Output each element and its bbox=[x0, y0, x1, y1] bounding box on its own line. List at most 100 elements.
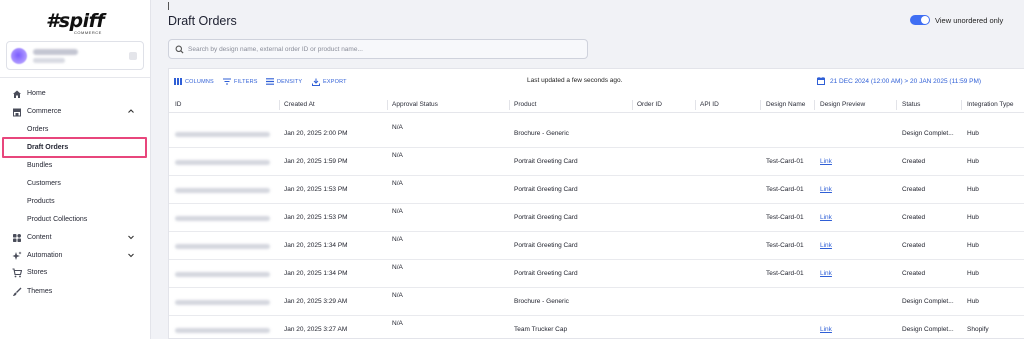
cell-design-name: Test-Card-01 bbox=[766, 214, 804, 221]
view-unordered-toggle[interactable]: View unordered only bbox=[910, 14, 1022, 26]
sidebar-item-label: Content bbox=[27, 234, 52, 241]
cell-design-preview[interactable]: Link bbox=[820, 270, 832, 277]
cell-created-at: Jan 20, 2025 1:34 PM bbox=[284, 270, 348, 277]
filters-label: FILTERS bbox=[234, 78, 258, 85]
cell-integration-type: Hub bbox=[967, 298, 979, 305]
column-header-approval-status[interactable]: Approval Status bbox=[392, 101, 438, 108]
table-row[interactable]: Jan 20, 2025 1:34 PM N/A Portrait Greeting… bbox=[169, 232, 1024, 260]
cell-approval-status: N/A bbox=[392, 208, 403, 215]
column-separator[interactable] bbox=[695, 100, 696, 110]
cell-id-redacted[interactable] bbox=[175, 300, 270, 305]
cell-design-preview[interactable]: Link bbox=[820, 186, 832, 193]
cell-design-preview[interactable]: Link bbox=[820, 242, 832, 249]
sidebar-item-stores[interactable]: Stores bbox=[0, 265, 150, 281]
table-row[interactable]: Jan 20, 2025 3:29 AM N/A Brochure - Generi… bbox=[169, 288, 1024, 316]
column-header-product[interactable]: Product bbox=[514, 101, 536, 108]
search-bar[interactable] bbox=[168, 39, 588, 59]
sidebar-item-label: Stores bbox=[27, 269, 48, 276]
cell-integration-type: Hub bbox=[967, 130, 979, 137]
column-header-id[interactable]: ID bbox=[175, 101, 182, 108]
column-header-status[interactable]: Status bbox=[902, 101, 920, 108]
table-row[interactable]: Jan 20, 2025 1:34 PM N/A Portrait Greeting… bbox=[169, 260, 1024, 288]
search-input[interactable] bbox=[188, 43, 578, 56]
column-separator[interactable] bbox=[814, 100, 815, 110]
cell-design-preview[interactable]: Link bbox=[820, 326, 832, 333]
cell-approval-status: N/A bbox=[392, 152, 403, 159]
calendar-icon bbox=[817, 77, 825, 85]
cell-status: Design Complet... bbox=[902, 130, 954, 137]
cell-created-at: Jan 20, 2025 2:00 PM bbox=[284, 130, 348, 137]
cell-created-at: Jan 20, 2025 3:29 AM bbox=[284, 298, 348, 305]
column-separator[interactable] bbox=[896, 100, 897, 110]
cart-icon bbox=[12, 268, 22, 278]
orders-grid: COLUMNS FILTERS DENSITY EXPORT Last upda… bbox=[168, 68, 1024, 339]
column-separator[interactable] bbox=[632, 100, 633, 110]
table-row[interactable]: Jan 20, 2025 1:53 PM N/A Portrait Greeting… bbox=[169, 176, 1024, 204]
column-header-design-preview[interactable]: Design Preview bbox=[820, 101, 865, 108]
density-button[interactable]: DENSITY bbox=[266, 77, 302, 86]
sidebar-item-product-collections[interactable]: Product Collections bbox=[0, 212, 150, 228]
page-title: Draft Orders bbox=[168, 14, 237, 28]
cell-id-redacted[interactable] bbox=[175, 272, 270, 277]
cell-id-redacted[interactable] bbox=[175, 188, 270, 193]
column-separator[interactable] bbox=[387, 100, 388, 110]
export-label: EXPORT bbox=[323, 78, 347, 85]
chevron-down-icon[interactable] bbox=[127, 251, 135, 259]
table-row[interactable]: Jan 20, 2025 1:59 PM N/A Portrait Greeting… bbox=[169, 148, 1024, 176]
cell-design-preview[interactable]: Link bbox=[820, 158, 832, 165]
chevron-down-icon[interactable] bbox=[127, 233, 135, 241]
column-header-api-id[interactable]: API ID bbox=[700, 101, 719, 108]
date-range-picker[interactable]: 21 DEC 2024 (12:00 AM) > 20 JAN 2025 (11… bbox=[817, 77, 981, 85]
export-button[interactable]: EXPORT bbox=[312, 77, 347, 86]
cell-id-redacted[interactable] bbox=[175, 244, 270, 249]
cell-status: Design Complet... bbox=[902, 326, 954, 333]
sidebar-item-customers[interactable]: Customers bbox=[0, 176, 150, 192]
cell-product: Portrait Greeting Card bbox=[514, 158, 578, 165]
cell-status: Created bbox=[902, 242, 926, 249]
cell-design-name: Test-Card-01 bbox=[766, 270, 804, 277]
sidebar-item-themes[interactable]: Themes bbox=[0, 284, 150, 300]
cell-approval-status: N/A bbox=[392, 292, 403, 299]
filters-button[interactable]: FILTERS bbox=[223, 77, 258, 86]
chevron-up-icon[interactable] bbox=[127, 107, 135, 115]
cell-id-redacted[interactable] bbox=[175, 160, 270, 165]
cell-design-preview[interactable]: Link bbox=[820, 214, 832, 221]
table-row[interactable]: Jan 20, 2025 1:53 PM N/A Portrait Greeting… bbox=[169, 204, 1024, 232]
column-header-design-name[interactable]: Design Name bbox=[766, 101, 805, 108]
cell-product: Portrait Greeting Card bbox=[514, 214, 578, 221]
sidebar-item-products[interactable]: Products bbox=[0, 194, 150, 210]
column-separator[interactable] bbox=[760, 100, 761, 110]
column-separator[interactable] bbox=[279, 100, 280, 110]
sidebar-item-orders[interactable]: Orders bbox=[0, 122, 150, 138]
cell-status: Created bbox=[902, 186, 926, 193]
cell-created-at: Jan 20, 2025 1:53 PM bbox=[284, 186, 348, 193]
table-row[interactable]: Jan 20, 2025 2:00 PM N/A Brochure - Generi… bbox=[169, 120, 1024, 148]
spiff-logo[interactable]: #spiff bbox=[46, 10, 105, 32]
sidebar-item-commerce[interactable]: Commerce bbox=[0, 104, 150, 120]
toggle-switch[interactable] bbox=[910, 15, 930, 25]
text-cursor bbox=[168, 2, 169, 10]
cell-product: Portrait Greeting Card bbox=[514, 242, 578, 249]
sidebar-item-automation[interactable]: Automation bbox=[0, 248, 150, 264]
cell-id-redacted[interactable] bbox=[175, 328, 270, 333]
sidebar-item-home[interactable]: Home bbox=[0, 86, 150, 102]
cell-design-name: Test-Card-01 bbox=[766, 186, 804, 193]
column-header-order-id[interactable]: Order ID bbox=[637, 101, 662, 108]
sparkle-icon bbox=[12, 251, 22, 260]
account-switcher[interactable] bbox=[6, 41, 144, 70]
cell-id-redacted[interactable] bbox=[175, 132, 270, 137]
toggle-label: View unordered only bbox=[935, 16, 1004, 25]
table-row[interactable]: Jan 20, 2025 3:27 AM N/A Team Trucker Cap L… bbox=[169, 316, 1024, 339]
density-icon bbox=[266, 78, 274, 85]
columns-button[interactable]: COLUMNS bbox=[174, 77, 214, 86]
column-header-created-at[interactable]: Created At bbox=[284, 101, 315, 108]
content-icon bbox=[13, 234, 21, 242]
column-separator[interactable] bbox=[961, 100, 962, 110]
sidebar-item-content[interactable]: Content bbox=[0, 230, 150, 246]
columns-icon bbox=[174, 78, 182, 85]
sidebar-item-bundles[interactable]: Bundles bbox=[0, 158, 150, 174]
account-name-redacted bbox=[33, 49, 78, 55]
cell-id-redacted[interactable] bbox=[175, 216, 270, 221]
column-header-integration-type[interactable]: Integration Type bbox=[967, 101, 1014, 108]
column-separator[interactable] bbox=[509, 100, 510, 110]
